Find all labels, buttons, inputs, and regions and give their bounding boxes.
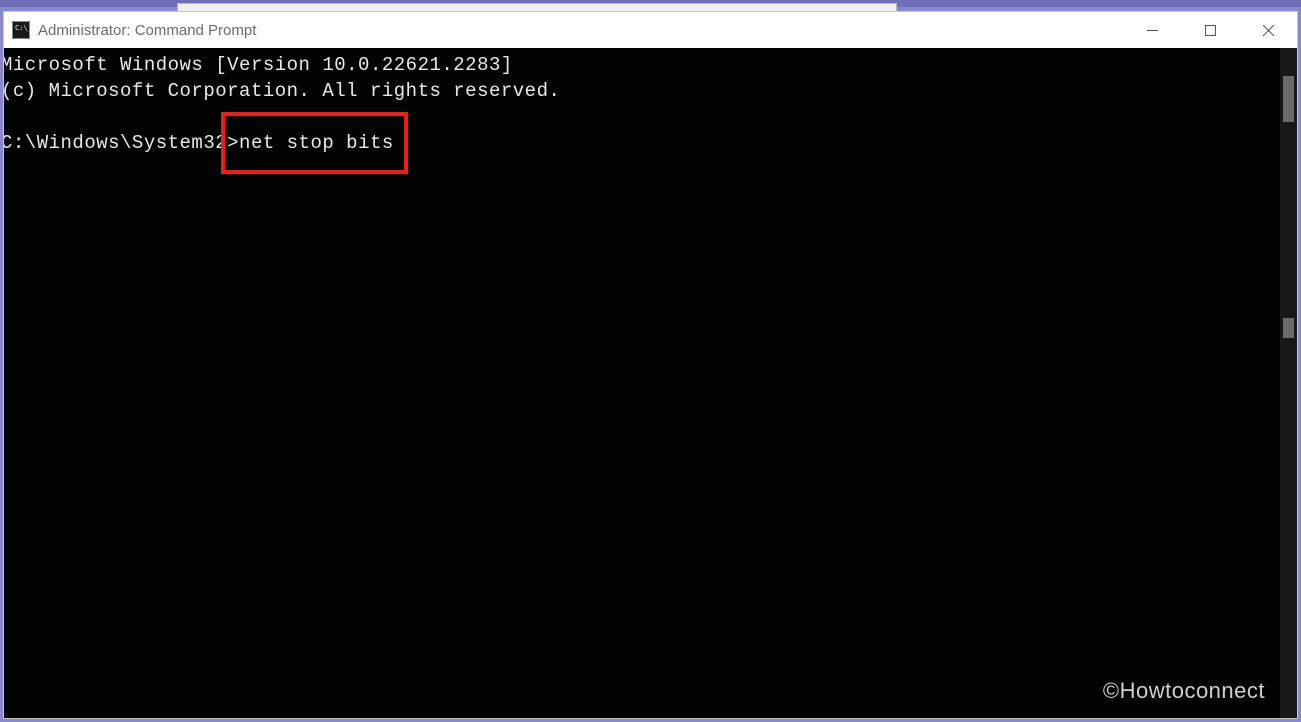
minimize-button[interactable] (1123, 12, 1181, 48)
titlebar[interactable]: Administrator: Command Prompt (4, 12, 1297, 48)
window-controls (1123, 12, 1297, 48)
terminal-line-version: Microsoft Windows [Version 10.0.22621.22… (4, 52, 1297, 78)
close-icon (1263, 25, 1274, 36)
minimize-icon (1147, 25, 1158, 36)
window-title: Administrator: Command Prompt (38, 22, 1123, 39)
terminal-command: net stop bits (239, 132, 394, 154)
terminal-prompt-line: C:\Windows\System32>net stop bits (4, 130, 1297, 156)
terminal-output[interactable]: Microsoft Windows [Version 10.0.22621.22… (4, 48, 1297, 718)
terminal-scrollbar[interactable] (1280, 48, 1297, 718)
scrollbar-thumb[interactable] (1283, 76, 1294, 122)
command-prompt-window: Administrator: Command Prompt Microsoft … (3, 11, 1298, 719)
maximize-button[interactable] (1181, 12, 1239, 48)
terminal-line-copyright: (c) Microsoft Corporation. All rights re… (4, 78, 1297, 104)
close-button[interactable] (1239, 12, 1297, 48)
maximize-icon (1205, 25, 1216, 36)
command-prompt-icon (12, 21, 30, 39)
watermark-text: ©Howtoconnect (1103, 678, 1265, 704)
scrollbar-thumb-secondary[interactable] (1283, 318, 1294, 338)
terminal-prompt: C:\Windows\System32> (4, 132, 239, 154)
